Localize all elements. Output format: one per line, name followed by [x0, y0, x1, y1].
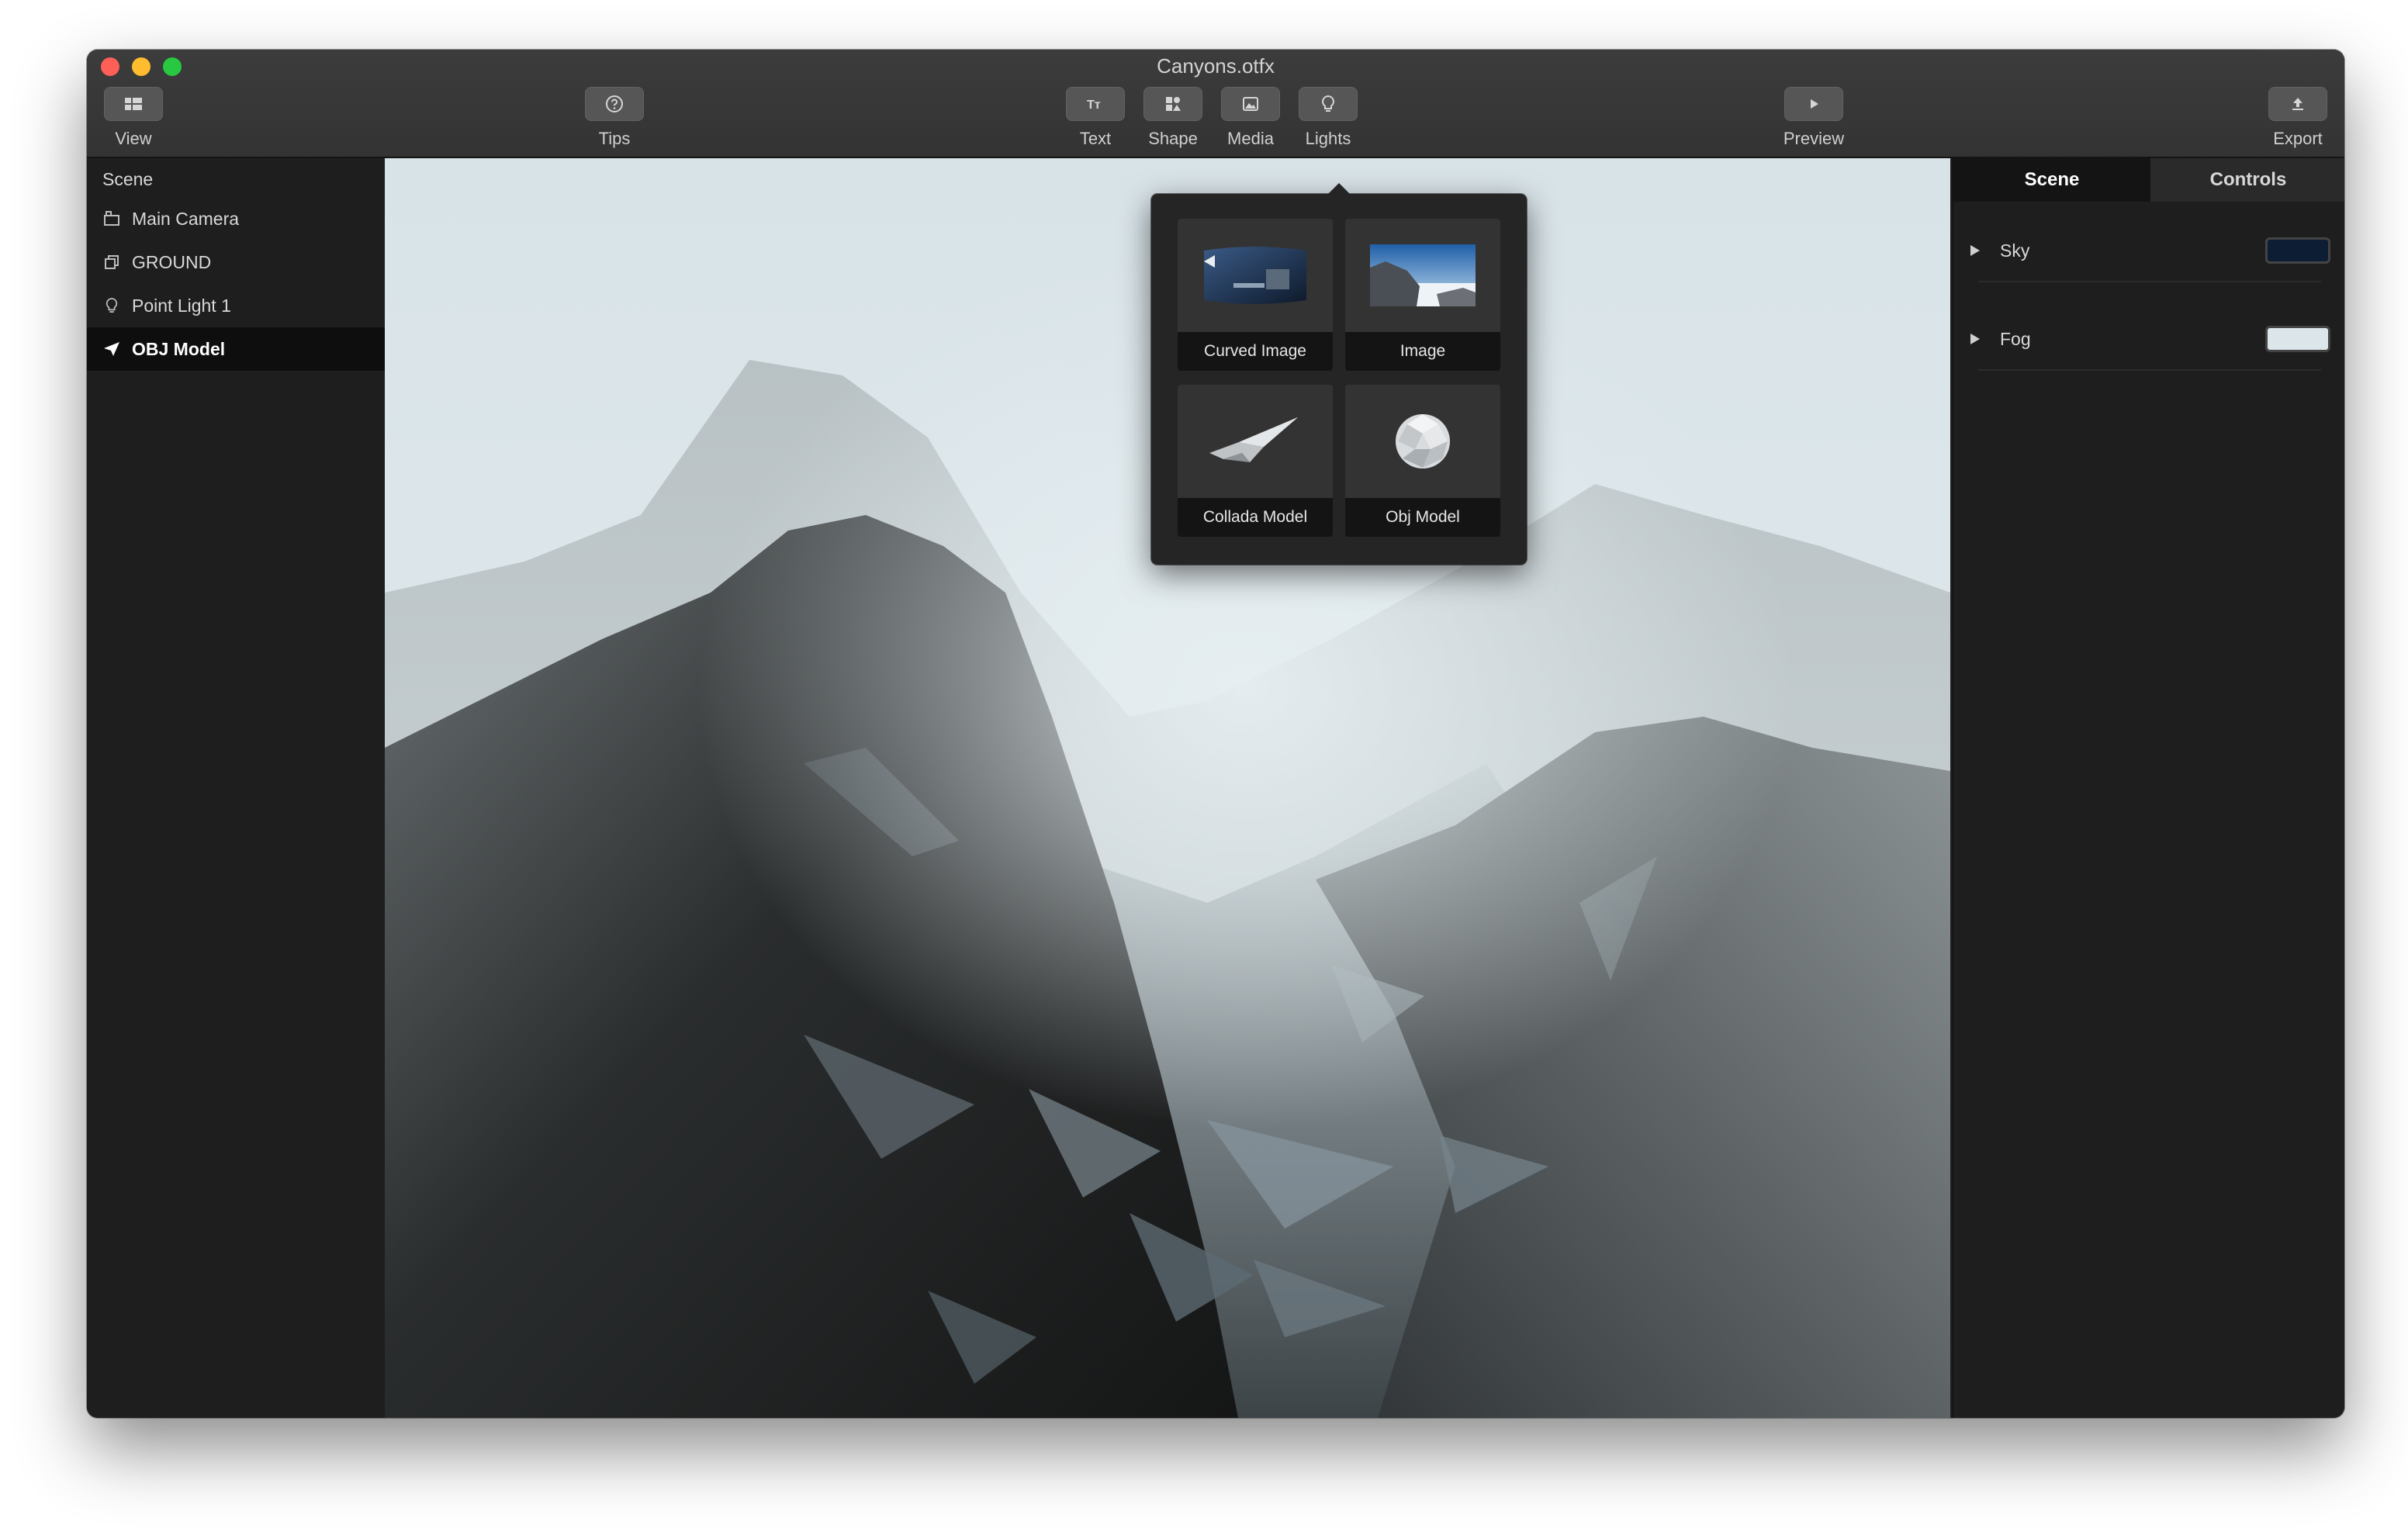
tips-tool[interactable]: Tips: [576, 87, 653, 149]
divider: [1978, 281, 2321, 282]
media-item-label: Collada Model: [1178, 498, 1333, 537]
disclosure-triangle-icon[interactable]: [1969, 332, 1981, 346]
shape-button[interactable]: [1143, 87, 1202, 121]
media-item-image[interactable]: Image: [1345, 219, 1500, 371]
text-label: Text: [1079, 129, 1112, 148]
media-item-label: Obj Model: [1345, 498, 1500, 537]
question-circle-icon: [606, 95, 623, 112]
text-button[interactable]: Tт: [1066, 87, 1125, 121]
camera-icon: [101, 208, 123, 230]
upload-icon: [2292, 98, 2303, 110]
tab-scene[interactable]: Scene: [1953, 158, 2150, 202]
property-fog: Fog: [1953, 316, 2344, 371]
preview-button[interactable]: [1784, 87, 1843, 121]
sidebar-item-ground[interactable]: GROUND: [87, 240, 385, 284]
export-tool[interactable]: Export: [2259, 87, 2337, 149]
shapes-icon: [1166, 97, 1181, 111]
sky-color-swatch[interactable]: [2265, 237, 2330, 264]
cube-icon: [101, 251, 123, 273]
divider: [1978, 369, 2321, 371]
titlebar: Canyons.otfx View Tips Tт Text Shape Med…: [87, 50, 2344, 158]
export-label: Export: [2273, 129, 2323, 148]
sidebar-item-label: Main Camera: [132, 208, 240, 229]
shape-label: Shape: [1148, 129, 1198, 148]
popover-arrow: [1327, 183, 1351, 195]
model-icon: [101, 338, 123, 360]
sidebar-item-label: GROUND: [132, 251, 212, 272]
property-label: Sky: [2000, 240, 2030, 261]
property-label: Fog: [2000, 329, 2031, 349]
play-icon: [1811, 99, 1818, 109]
media-item-label: Image: [1345, 332, 1500, 371]
image-icon: [1243, 97, 1258, 111]
media-popover: Curved Image Image Collada Model Obj Mod…: [1151, 183, 1527, 565]
lights-button[interactable]: [1299, 87, 1358, 121]
fog-color-swatch[interactable]: [2265, 326, 2330, 352]
sidebar-item-label: Point Light 1: [132, 295, 231, 316]
lights-tool[interactable]: Lights: [1289, 87, 1367, 149]
view-tool[interactable]: View: [95, 87, 172, 149]
property-sky: Sky: [1953, 228, 2344, 282]
inspector-panel: Scene Controls Sky Fog: [1952, 158, 2344, 1418]
media-item-collada-model[interactable]: Collada Model: [1178, 385, 1333, 537]
view-label: View: [115, 129, 152, 148]
scene-header: Scene: [102, 169, 154, 189]
media-item-label: Curved Image: [1178, 332, 1333, 371]
disclosure-triangle-icon[interactable]: [1969, 244, 1981, 258]
sidebar-item-main-camera[interactable]: Main Camera: [87, 197, 385, 240]
lightbulb-icon: [1322, 95, 1334, 112]
media-button[interactable]: [1221, 87, 1280, 121]
geodesic-sphere-thumbnail: [1345, 385, 1500, 498]
media-label: Media: [1227, 129, 1274, 148]
shape-tool[interactable]: Shape: [1134, 87, 1212, 149]
tips-label: Tips: [598, 129, 631, 148]
view-button[interactable]: [104, 87, 163, 121]
image-thumbnail: [1345, 219, 1500, 332]
curved-image-thumbnail: [1178, 219, 1333, 332]
svg-text:Tт: Tт: [1087, 99, 1101, 112]
lights-label: Lights: [1305, 129, 1351, 148]
sidebar-item-point-light-1[interactable]: Point Light 1: [87, 284, 385, 327]
sidebar-item-obj-model[interactable]: OBJ Model: [87, 327, 385, 371]
media-item-curved-image[interactable]: Curved Image: [1178, 219, 1333, 371]
export-button[interactable]: [2268, 87, 2327, 121]
sidebar-layout-icon: [125, 98, 142, 110]
text-tool[interactable]: Tт Text: [1057, 87, 1134, 149]
window-title: Canyons.otfx: [1157, 54, 1275, 78]
sidebar-item-label: OBJ Model: [132, 338, 226, 359]
lightbulb-icon: [101, 295, 123, 316]
scene-sidebar: Scene Main Camera GROUND Point Light 1 O…: [87, 158, 385, 1418]
media-item-obj-model[interactable]: Obj Model: [1345, 385, 1500, 537]
preview-tool[interactable]: Preview: [1775, 87, 1853, 149]
app-window: Canyons.otfx View Tips Tт Text Shape Med…: [87, 50, 2344, 1418]
tab-controls[interactable]: Controls: [2150, 158, 2344, 202]
media-tool[interactable]: Media: [1212, 87, 1289, 149]
spaceship-thumbnail: [1178, 385, 1333, 498]
tips-button[interactable]: [585, 87, 644, 121]
text-icon: Tт: [1087, 99, 1101, 112]
preview-label: Preview: [1783, 129, 1845, 148]
